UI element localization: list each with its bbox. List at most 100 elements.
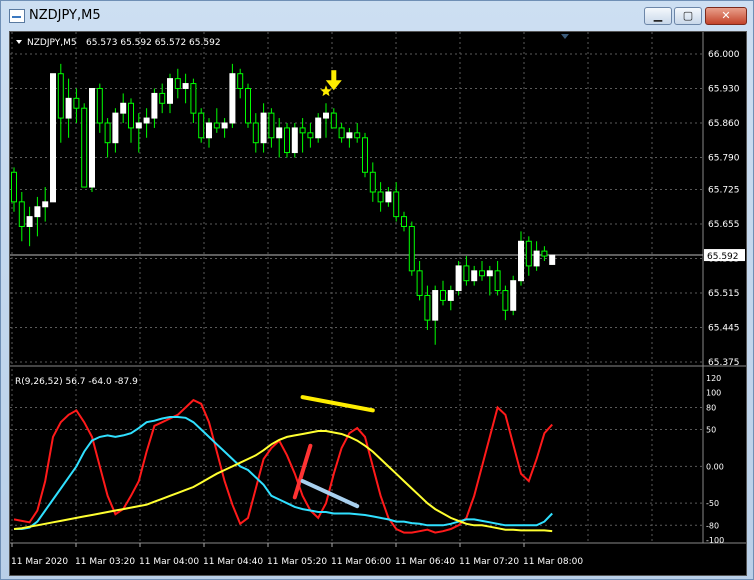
candle-body (104, 122, 111, 144)
candle-body (330, 112, 337, 129)
candle-body (260, 112, 267, 144)
candle-body (377, 191, 384, 203)
candle-body (408, 225, 415, 272)
time-axis-label: 11 Mar 06:00 (331, 557, 391, 567)
candle-body (323, 112, 329, 119)
candle-body (65, 97, 72, 119)
main-symbol-label: NZDJPY,M5 (27, 38, 77, 48)
candle-body (463, 265, 470, 282)
time-axis-label: 11 Mar 08:00 (523, 557, 583, 567)
time-axis-label: 11 Mar 05:20 (267, 557, 327, 567)
candle-body (455, 265, 462, 292)
candle-body (299, 127, 306, 134)
candle-body (549, 254, 556, 265)
candle-body (143, 117, 150, 124)
current-price-label: 65.592 (707, 252, 739, 262)
candle-body (346, 132, 353, 139)
price-tick-label: 65.515 (708, 289, 740, 299)
candle-body (354, 132, 361, 139)
oscillator-annotations (292, 395, 375, 509)
candle-body (213, 122, 220, 129)
chart-area[interactable]: 66.000 65.930 65.860 65.790 65.725 65.655 65.5… (9, 31, 747, 576)
trendline-annotation (292, 443, 313, 500)
minimize-button[interactable]: ▁ (644, 7, 672, 25)
candle-body (424, 294, 431, 321)
time-axis-label: 11 Mar 07:20 (459, 557, 519, 567)
main-ohlc-label: 65.573 65.592 65.572 65.592 (86, 38, 221, 48)
candle-body (190, 83, 197, 114)
candle-body (416, 270, 423, 296)
scroll-shift-icon[interactable] (561, 34, 569, 39)
candle-body (89, 87, 95, 188)
chart-canvas[interactable]: 66.000 65.930 65.860 65.790 65.725 65.655 65.5… (10, 32, 746, 575)
maximize-button[interactable]: ▢ (674, 7, 702, 25)
candle-body (245, 87, 251, 124)
candle-body (518, 240, 524, 282)
price-tick-label: 65.445 (708, 324, 740, 334)
candle-body (11, 171, 17, 203)
candle-body (338, 127, 345, 139)
candle-body (167, 78, 173, 104)
time-axis-label: 11 Mar 04:00 (139, 557, 199, 567)
osc-tick-label: 0.00 (706, 462, 724, 471)
candles (11, 63, 556, 345)
candle-body (198, 112, 205, 139)
price-tick-label: 65.725 (708, 186, 740, 196)
time-axis-label: 11 Mar 03:20 (75, 557, 135, 567)
candle-body (26, 216, 33, 227)
candle-body (541, 250, 548, 257)
candle-body (73, 97, 80, 109)
time-axis-label: 11 Mar 04:40 (203, 557, 263, 567)
price-tick-label: 65.860 (708, 119, 740, 129)
candle-body (502, 290, 509, 311)
markers (320, 70, 342, 97)
dropdown-triangle-icon[interactable] (16, 40, 22, 44)
price-tick-label: 65.375 (708, 358, 740, 368)
osc-tick-label: 120 (706, 374, 721, 383)
candle-body (42, 201, 49, 208)
osc-tick-label: 50 (706, 426, 716, 435)
candle-body (112, 112, 119, 144)
candle-body (50, 73, 56, 203)
price-tick-label: 66.000 (708, 50, 740, 60)
candle-body (401, 216, 407, 227)
title-bar[interactable]: NZDJPY,M5 ▁ ▢ ✕ (1, 1, 753, 31)
osc-tick-label: 100 (706, 389, 721, 398)
candle-body (284, 127, 290, 154)
candle-body (135, 122, 142, 129)
candle-body (494, 270, 501, 292)
candle-body (120, 102, 127, 114)
candle-body (393, 191, 400, 218)
osc-tick-label: 80 (706, 403, 716, 412)
candle-body (291, 127, 298, 154)
candle-body (34, 206, 41, 218)
candle-body (221, 122, 228, 129)
oscillator-series-line (14, 416, 553, 530)
candle-body (440, 290, 446, 301)
candle-body (151, 92, 158, 119)
candle-body (182, 83, 189, 89)
candle-body (471, 270, 478, 282)
arrow-head (325, 80, 342, 91)
down-arrow-icon (325, 70, 342, 91)
candle-body (237, 73, 244, 89)
minimize-icon: ▁ (653, 9, 663, 22)
star-icon (320, 85, 332, 97)
candle-body (268, 112, 275, 139)
candle-body (525, 240, 532, 267)
price-tick-label: 65.930 (708, 84, 740, 94)
candle-body (479, 270, 485, 277)
candle-body (81, 107, 88, 188)
candle-body (510, 280, 517, 311)
candle-body (96, 87, 103, 124)
candle-body (252, 122, 259, 144)
close-button[interactable]: ✕ (705, 7, 747, 25)
oscillator-header: R(9,26,52) 56.7 -64.0 -87.9 (15, 377, 138, 387)
candle-body (174, 78, 181, 89)
candle-body (533, 250, 540, 267)
candle-body (362, 137, 368, 173)
candle-body (159, 92, 166, 104)
app-window: NZDJPY,M5 ▁ ▢ ✕ 66.000 65.930 65.860 65.790… (0, 0, 754, 580)
candle-body (447, 290, 454, 301)
maximize-icon: ▢ (682, 9, 694, 22)
